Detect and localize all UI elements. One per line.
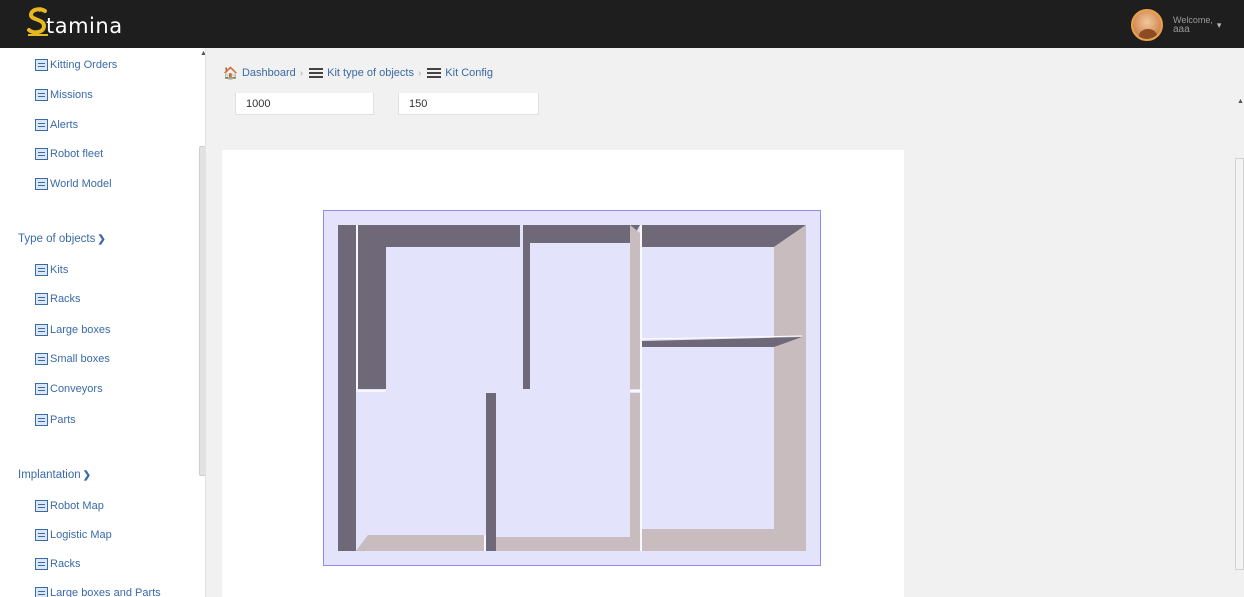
sidebar-item-large-boxes[interactable]: Large boxes	[35, 321, 111, 339]
kit-3d-scene[interactable]	[323, 210, 821, 566]
page-scroll-up-icon[interactable]: ▲	[1237, 98, 1244, 105]
sidebar-scrollbar[interactable]	[199, 146, 205, 476]
caret-down-icon[interactable]: ▾	[1217, 20, 1222, 31]
breadcrumb: 🏠 Dashboard › Kit type of objects › Kit …	[223, 64, 493, 82]
table-icon	[35, 148, 48, 160]
table-icon	[35, 414, 48, 426]
logo-s-icon	[27, 7, 48, 36]
table-icon	[35, 529, 48, 541]
sidebar-item-alerts[interactable]: Alerts	[35, 116, 78, 134]
list-icon	[427, 68, 442, 78]
table-icon	[35, 353, 48, 365]
kit-wall	[486, 537, 638, 551]
kit-wall	[338, 225, 356, 551]
table-icon	[35, 59, 48, 71]
sidebar-item-label: Small boxes	[50, 353, 110, 365]
sidebar-item-kits[interactable]: Kits	[35, 261, 68, 279]
sidebar-item-small-boxes[interactable]: Small boxes	[35, 350, 110, 368]
user-menu[interactable]: Welcome, aaa ▾	[1131, 9, 1221, 41]
sidebar-item-label: Large boxes and Parts	[50, 587, 161, 597]
list-icon	[309, 68, 324, 78]
breadcrumb-separator-icon: ›	[417, 67, 422, 79]
sidebar-item-racks[interactable]: Racks	[35, 290, 81, 308]
sidebar-item-label: World Model	[50, 178, 112, 190]
sidebar-item-label: Racks	[50, 558, 81, 570]
sidebar-item-label: Alerts	[50, 119, 79, 131]
section-implantation[interactable]: Implantation ❯	[18, 469, 91, 481]
sidebar-item-label: Kits	[50, 264, 69, 276]
sidebar-item-label: Missions	[50, 89, 93, 101]
scroll-up-arrow-icon[interactable]: ▲	[200, 50, 205, 57]
chevron-down-icon: ❯	[82, 469, 92, 481]
logo-text: tamina	[46, 14, 123, 38]
sidebar-item-label: Robot Map	[50, 500, 104, 512]
dimension-input-1[interactable]: 1000	[235, 93, 374, 115]
sidebar-item-logistic-map[interactable]: Logistic Map	[35, 526, 112, 544]
table-icon	[35, 89, 48, 101]
table-icon	[35, 264, 48, 276]
breadcrumb-dashboard[interactable]: Dashboard	[242, 67, 296, 79]
table-icon	[35, 558, 48, 570]
sidebar-item-robot-map[interactable]: Robot Map	[35, 497, 104, 515]
sidebar-item-robot-fleet[interactable]: Robot fleet	[35, 145, 103, 163]
sidebar-item-impl-racks[interactable]: Racks	[35, 555, 81, 573]
sidebar-item-label: Racks	[50, 293, 81, 305]
avatar[interactable]	[1131, 9, 1163, 41]
sidebar-item-label: Conveyors	[50, 383, 103, 395]
sidebar-item-large-boxes-and-parts[interactable]: Large boxes and Parts	[35, 584, 161, 597]
breadcrumb-kit-type-of-objects[interactable]: Kit type of objects	[327, 67, 414, 79]
table-icon	[35, 383, 48, 395]
sidebar-item-conveyors[interactable]: Conveyors	[35, 380, 103, 398]
chevron-down-icon: ❯	[97, 233, 106, 245]
sidebar-item-parts[interactable]: Parts	[35, 411, 76, 429]
page-scrollbar[interactable]	[1235, 158, 1244, 570]
user-name: aaa	[1173, 24, 1190, 35]
sidebar: Kitting Orders Missions Alerts Robot fle…	[0, 48, 206, 597]
kit-wall	[774, 225, 806, 551]
dimension-input-2[interactable]: 150	[398, 93, 539, 115]
sidebar-item-world-model[interactable]: World Model	[35, 175, 112, 193]
section-title: Type of objects	[18, 233, 96, 245]
sidebar-item-kitting-orders[interactable]: Kitting Orders	[35, 56, 117, 74]
table-icon	[35, 324, 48, 336]
welcome-text: Welcome, aaa	[1173, 15, 1213, 35]
table-icon	[35, 178, 48, 190]
kit-wall	[630, 393, 640, 551]
sidebar-item-label: Parts	[50, 414, 76, 426]
table-icon	[35, 293, 48, 305]
section-type-of-objects[interactable]: Type of objects ❯	[18, 233, 106, 245]
sidebar-item-label: Robot fleet	[50, 148, 104, 160]
top-navbar: tamina Welcome, aaa ▾	[0, 0, 1244, 48]
home-icon: 🏠	[223, 66, 238, 80]
kit-wall	[630, 225, 640, 389]
kit-wall	[356, 535, 484, 551]
section-title: Implantation	[18, 469, 81, 481]
kit-wall	[642, 529, 774, 551]
table-icon	[35, 119, 48, 131]
sidebar-item-label: Kitting Orders	[50, 59, 118, 71]
sidebar-item-label: Large boxes	[50, 324, 111, 336]
table-icon	[35, 500, 48, 512]
sidebar-item-missions[interactable]: Missions	[35, 86, 93, 104]
kit-wall	[486, 393, 496, 551]
table-icon	[35, 587, 48, 597]
sidebar-item-label: Logistic Map	[50, 529, 112, 541]
app-logo[interactable]: tamina	[27, 7, 123, 39]
breadcrumb-separator-icon: ›	[299, 67, 304, 79]
kit-layout-drawing	[324, 211, 820, 565]
breadcrumb-kit-config[interactable]: Kit Config	[445, 67, 493, 79]
